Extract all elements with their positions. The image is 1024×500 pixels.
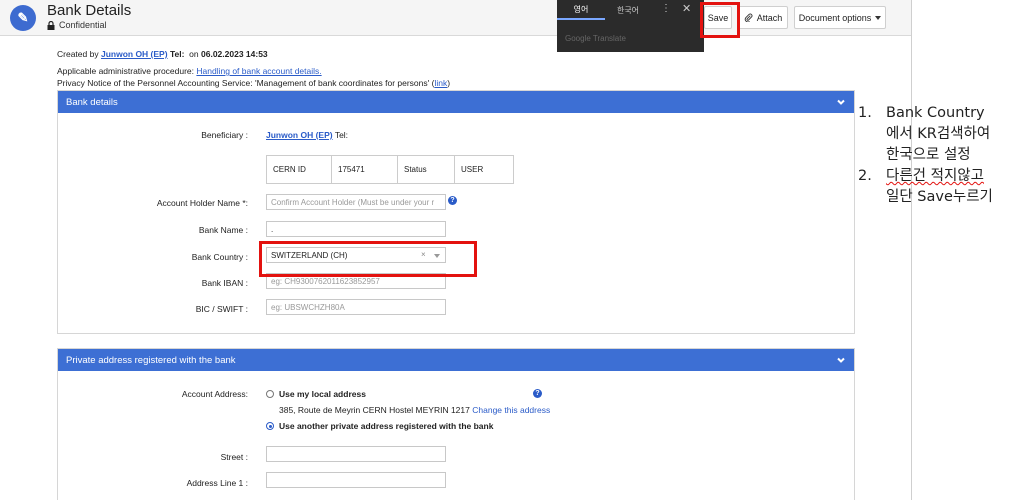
note-item-1: 1. Bank Country 에서 KR검색하여 한국으로 설정 xyxy=(858,103,1024,166)
bank-iban-input[interactable]: eg: CH9300762011623852957 xyxy=(266,273,446,289)
status-value: USER xyxy=(461,165,484,174)
confidential-label: Confidential xyxy=(47,20,107,30)
attach-button[interactable]: Attach xyxy=(738,6,788,29)
chevron-down-icon xyxy=(837,357,845,363)
more-options-icon[interactable]: ⋮ xyxy=(661,3,671,14)
document-options-button[interactable]: Document options xyxy=(794,6,886,29)
clear-icon[interactable]: × xyxy=(421,250,426,259)
creator-link[interactable]: Junwon OH (EP) xyxy=(101,49,168,59)
bic-swift-label: BIC / SWIFT : xyxy=(195,304,248,314)
save-button-label: Save xyxy=(707,12,729,23)
bank-country-select[interactable]: SWITZERLAND (CH) × xyxy=(266,247,446,263)
note-line: 다른건 적지않고 xyxy=(886,168,984,184)
translate-tab-source[interactable]: 영어 xyxy=(557,0,605,20)
beneficiary-link[interactable]: Junwon OH (EP) xyxy=(266,130,333,140)
procedure-link[interactable]: Handling of bank account details. xyxy=(196,66,321,76)
note-item-2: 2. 다른건 적지않고 일단 Save누르기 xyxy=(858,166,1024,208)
privacy-line: Privacy Notice of the Personnel Accounti… xyxy=(57,78,450,88)
note-line: 일단 Save누르기 xyxy=(886,189,993,205)
procedure-prefix: Applicable administrative procedure: xyxy=(57,66,195,76)
private-address-title: Private address registered with the bank xyxy=(66,354,236,366)
note-number: 2. xyxy=(858,168,872,184)
address-line1-label: Address Line 1 : xyxy=(186,478,248,488)
street-label: Street : xyxy=(220,452,248,462)
screenshot: ✎ Bank Details Confidential Save Attach … xyxy=(0,0,1024,500)
account-holder-label: Account Holder Name *: xyxy=(156,198,248,208)
note-line: 한국으로 설정 xyxy=(886,147,971,163)
use-other-address-radio[interactable] xyxy=(266,422,274,430)
cern-info-table: CERN ID 175471 Status USER xyxy=(266,155,514,184)
creator-tel: Tel: xyxy=(169,49,185,59)
address-line1-input[interactable] xyxy=(266,472,446,488)
use-local-address-radio[interactable] xyxy=(266,390,274,398)
lock-icon xyxy=(47,20,55,30)
created-on-label: on xyxy=(189,49,199,59)
bank-details-section: Bank details Beneficiary : Junwon OH (EP… xyxy=(57,90,855,334)
top-bar: ✎ Bank Details Confidential Save Attach … xyxy=(0,0,911,36)
caret-down-icon xyxy=(434,254,440,258)
procedure-line: Applicable administrative procedure: Han… xyxy=(57,66,322,76)
bank-name-input[interactable]: . xyxy=(266,221,446,237)
bank-details-header[interactable]: Bank details xyxy=(58,91,854,113)
help-icon[interactable]: ? xyxy=(533,389,542,398)
created-date: 06.02.2023 14:53 xyxy=(201,49,268,59)
bank-details-title: Bank details xyxy=(66,96,118,108)
beneficiary-label: Beneficiary : xyxy=(201,130,248,140)
translate-footer: Google Translate xyxy=(565,34,626,43)
bic-swift-input[interactable]: eg: UBSWCHZH80A xyxy=(266,299,446,315)
cern-id-value: 175471 xyxy=(332,156,398,183)
street-input[interactable] xyxy=(266,446,446,462)
document-options-label: Document options xyxy=(798,12,872,23)
local-address-text: 385, Route de Meyrin CERN Hostel MEYRIN … xyxy=(279,405,470,415)
note-number: 1. xyxy=(858,105,872,121)
save-button[interactable]: Save xyxy=(704,6,732,29)
bank-country-value: SWITZERLAND (CH) xyxy=(271,251,348,260)
privacy-link[interactable]: link xyxy=(434,78,447,88)
confidential-text: Confidential xyxy=(59,20,107,30)
private-address-header[interactable]: Private address registered with the bank xyxy=(58,349,854,371)
paperclip-icon xyxy=(744,13,753,22)
attach-button-label: Attach xyxy=(756,12,783,23)
bank-details-window: ✎ Bank Details Confidential Save Attach … xyxy=(0,0,912,500)
beneficiary-tel: Tel: xyxy=(334,130,349,140)
instruction-notes: 1. Bank Country 에서 KR검색하여 한국으로 설정 2. 다른건… xyxy=(858,103,1024,208)
document-logo-icon: ✎ xyxy=(10,5,36,31)
created-by-line: Created by Junwon OH (EP) Tel: on 06.02.… xyxy=(57,49,268,59)
privacy-suffix: ) xyxy=(447,78,451,88)
privacy-text: Privacy Notice of the Personnel Accounti… xyxy=(57,78,435,88)
account-address-label: Account Address: xyxy=(181,389,248,399)
note-line: 에서 KR검색하여 xyxy=(886,126,991,142)
use-other-address-label[interactable]: Use another private address registered w… xyxy=(279,421,493,431)
change-address-link[interactable]: Change this address xyxy=(472,405,550,415)
account-holder-input[interactable]: Confirm Account Holder (Must be under yo… xyxy=(266,194,446,210)
bank-iban-label: Bank IBAN : xyxy=(201,278,248,288)
translate-popup: 영어 한국어 ⋮ ✕ Google Translate xyxy=(557,0,704,52)
use-local-address-label[interactable]: Use my local address xyxy=(279,389,366,399)
cern-id-label: CERN ID xyxy=(267,156,332,183)
caret-down-icon xyxy=(875,15,882,20)
status-label: Status xyxy=(398,156,455,183)
translate-tab-target[interactable]: 한국어 xyxy=(605,0,651,20)
created-by-prefix: Created by xyxy=(57,49,99,59)
beneficiary-value: Junwon OH (EP) Tel: xyxy=(266,130,348,140)
private-address-section: Private address registered with the bank… xyxy=(57,348,855,500)
help-icon[interactable]: ? xyxy=(448,196,457,205)
page-title: Bank Details xyxy=(47,2,132,19)
note-line: Bank Country xyxy=(886,105,985,121)
bank-country-label: Bank Country : xyxy=(191,252,248,262)
local-address-line: 385, Route de Meyrin CERN Hostel MEYRIN … xyxy=(279,405,550,415)
close-icon[interactable]: ✕ xyxy=(682,2,691,15)
chevron-down-icon xyxy=(837,99,845,105)
bank-name-label: Bank Name : xyxy=(198,225,248,235)
